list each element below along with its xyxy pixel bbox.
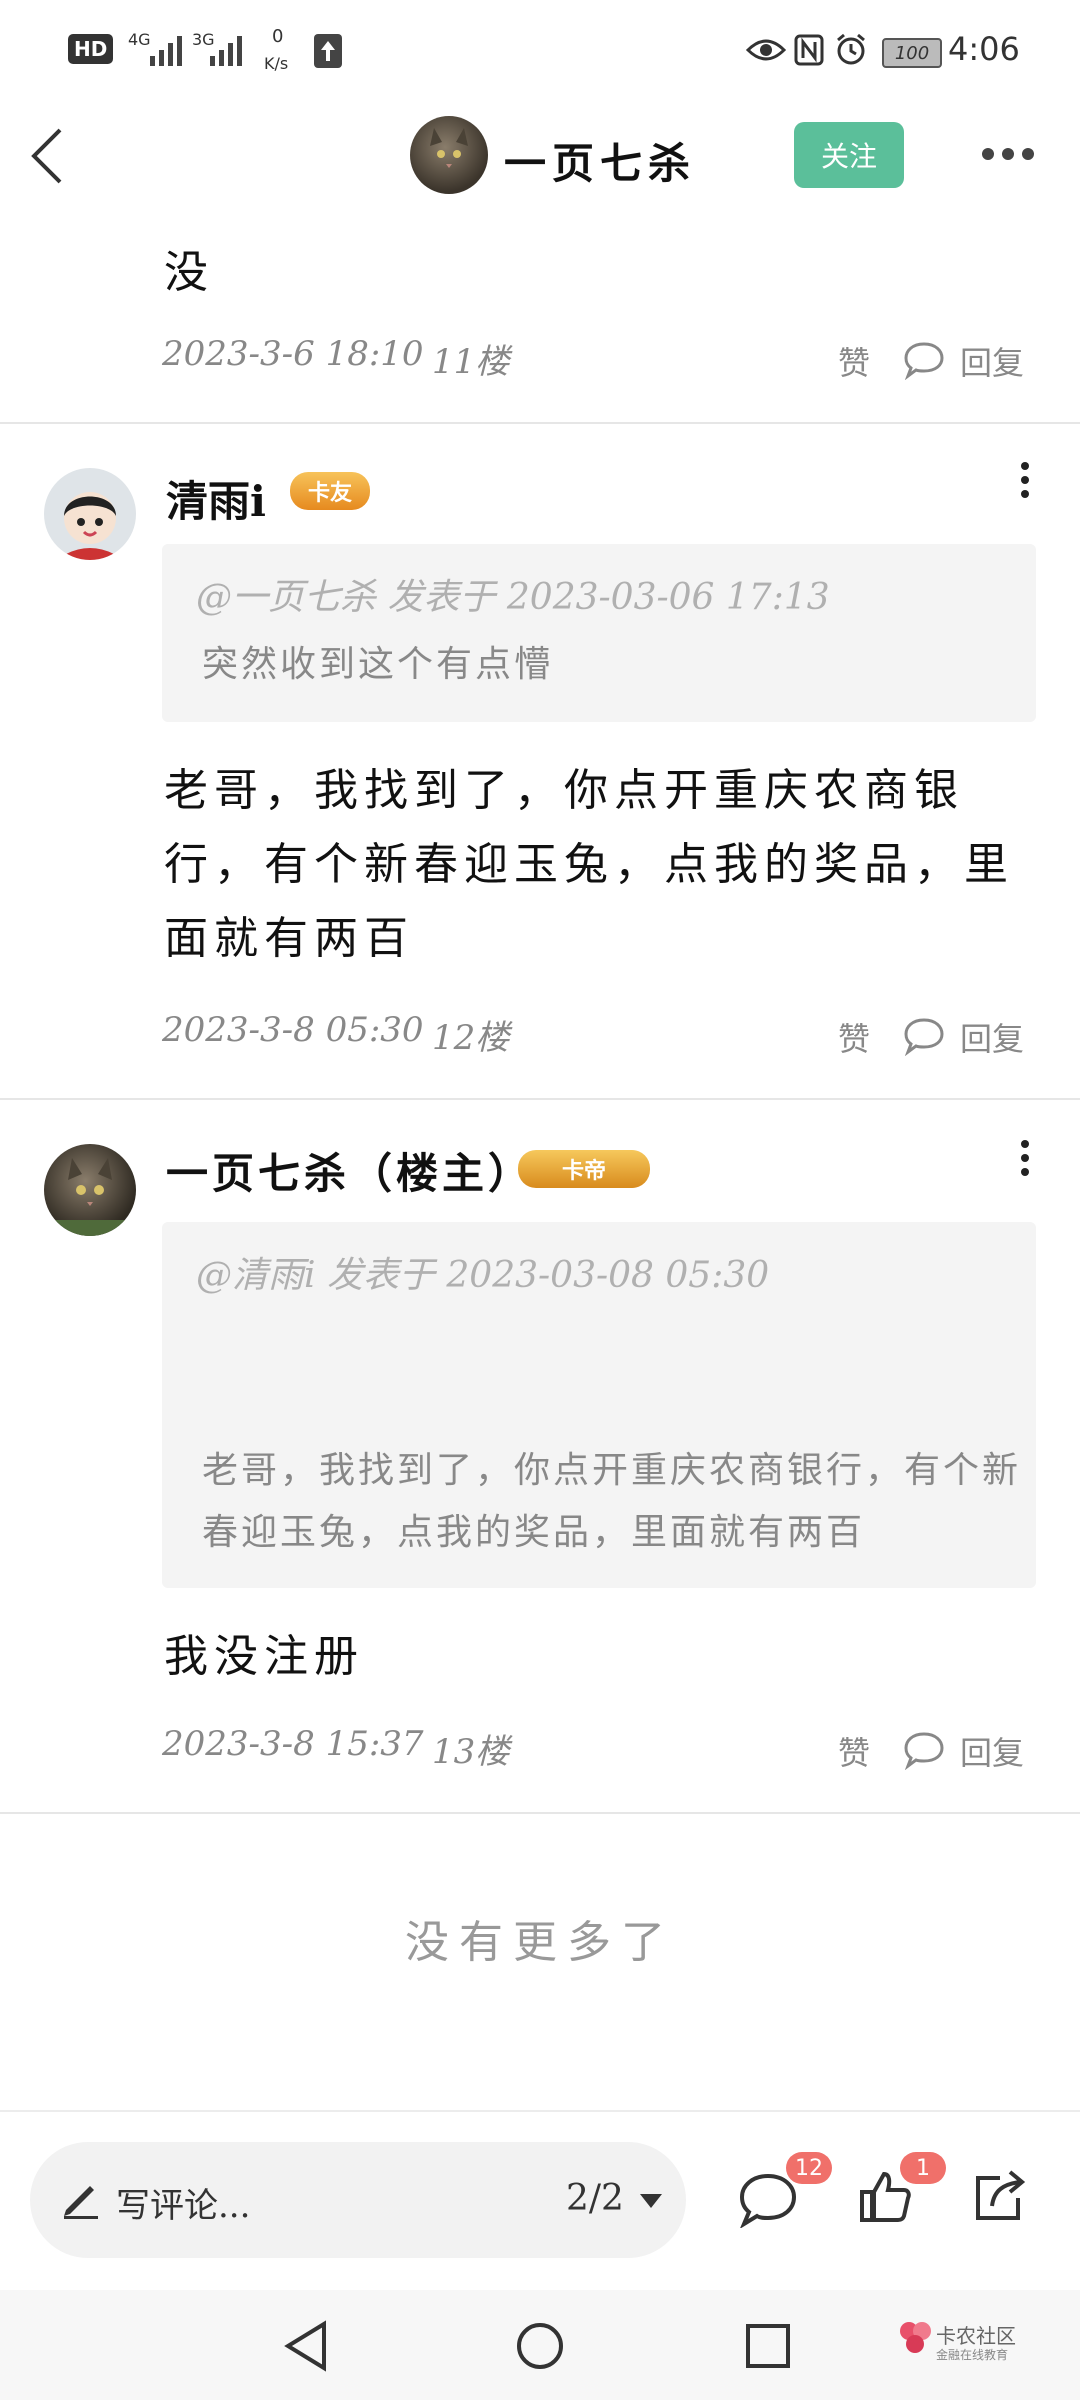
battery-indicator: 100: [882, 38, 942, 68]
status-bar: HD 4G 3G 0 K/s 100 4:06: [0, 0, 1080, 100]
watermark-title: 卡农社区: [936, 2324, 1016, 2348]
quote-meta-13: @清雨i 发表于 2023-03-08 05:30: [196, 1255, 770, 1296]
post-menu-13[interactable]: [1010, 1134, 1040, 1182]
quote-meta-12: @一页七杀 发表于 2023-03-06 17:13: [196, 577, 830, 618]
signal-label-1: 4G: [128, 30, 151, 49]
post-body-11: 没: [164, 247, 208, 298]
user-badge-kayou: 卡友: [290, 472, 370, 510]
hd-indicator: HD: [68, 34, 114, 64]
comment-count-badge: 12: [786, 2152, 832, 2184]
reply-button-12[interactable]: 回复: [960, 1014, 1024, 1060]
nav-home-icon[interactable]: [514, 2320, 566, 2372]
dropdown-triangle-icon[interactable]: [638, 2192, 664, 2210]
user-badge-kadi: 卡帝: [518, 1150, 650, 1188]
author-name[interactable]: 一页七杀: [504, 130, 696, 191]
nfc-icon: [794, 34, 824, 66]
post-date-11: 2023-3-6 18:10: [162, 334, 424, 374]
like-button-13[interactable]: 赞: [838, 1728, 870, 1774]
signal-icon: [150, 36, 182, 66]
alarm-icon: [837, 33, 865, 65]
signal-icon-2: [210, 36, 242, 66]
post-body-12: 老哥，我找到了，你点开重庆农商银行，有个新春迎玉兔，点我的奖品，里面就有两百: [164, 765, 1014, 964]
cat-avatar-icon: [44, 1158, 136, 1236]
nav-recents-icon[interactable]: [744, 2322, 792, 2370]
comment-input[interactable]: 写评论... 2/2: [30, 2142, 686, 2258]
back-arrow-icon[interactable]: [26, 126, 66, 186]
post-floor-13: 13楼: [432, 1732, 510, 1772]
more-options-icon[interactable]: [980, 146, 1036, 162]
page-indicator[interactable]: 2/2: [566, 2178, 624, 2219]
bottom-action-bar: 写评论... 2/2 12 1: [0, 2110, 1080, 2292]
user-avatar-yiye[interactable]: [44, 1144, 136, 1236]
reply-bubble-icon[interactable]: [902, 1016, 946, 1056]
system-navigation-bar: 卡农社区 金融在线教育: [0, 2290, 1080, 2400]
clock: 4:06: [948, 30, 1020, 68]
quote-text-13: 老哥，我找到了，你点开重庆农商银行，有个新春迎玉兔，点我的奖品，里面就有两百: [202, 1450, 1022, 1553]
share-icon[interactable]: [970, 2168, 1028, 2224]
top-navigation-bar: 一页七杀 关注: [0, 100, 1080, 210]
comments-icon[interactable]: [738, 2172, 798, 2228]
author-avatar[interactable]: [410, 116, 488, 194]
comment-placeholder: 写评论...: [116, 2186, 251, 2226]
no-more-indicator: 没有更多了: [405, 1917, 675, 1968]
watermark-subtitle: 金融在线教育: [936, 2348, 1009, 2362]
divider: [0, 422, 1080, 424]
speed-unit: K/s: [264, 54, 289, 73]
reply-bubble-icon[interactable]: [902, 340, 946, 380]
nav-back-icon[interactable]: [282, 2320, 330, 2372]
post-floor-12: 12楼: [432, 1018, 510, 1058]
follow-button[interactable]: 关注: [794, 122, 904, 188]
like-button-12[interactable]: 赞: [838, 1014, 870, 1060]
like-count-badge: 1: [900, 2152, 946, 2184]
divider: [0, 1812, 1080, 1814]
cat-avatar-icon: [430, 128, 468, 168]
divider: [0, 1098, 1080, 1100]
upload-icon: [314, 34, 342, 68]
reply-button-11[interactable]: 回复: [960, 338, 1024, 384]
quoted-reply-12: @一页七杀 发表于 2023-03-06 17:13 突然收到这个有点懵: [162, 544, 1036, 722]
user-avatar-qingyu[interactable]: [44, 468, 136, 560]
username-qingyu[interactable]: 清雨i: [166, 468, 266, 529]
kanong-logo-icon: [900, 2322, 931, 2353]
quote-text-12: 突然收到这个有点懵: [202, 644, 554, 685]
speed-value: 0: [272, 26, 284, 47]
like-button-11[interactable]: 赞: [838, 338, 870, 384]
post-menu-12[interactable]: [1010, 456, 1040, 504]
reply-button-13[interactable]: 回复: [960, 1728, 1024, 1774]
reply-bubble-icon[interactable]: [902, 1730, 946, 1770]
post-date-12: 2023-3-8 05:30: [162, 1010, 424, 1050]
post-body-13: 我没注册: [164, 1631, 364, 1682]
eye-icon: [746, 39, 786, 61]
quoted-reply-13: @清雨i 发表于 2023-03-08 05:30 老哥，我找到了，你点开重庆农…: [162, 1222, 1036, 1588]
post-date-13: 2023-3-8 15:37: [162, 1724, 424, 1764]
username-yiye[interactable]: 一页七杀（楼主）: [166, 1140, 534, 1201]
post-floor-11: 11楼: [432, 342, 510, 382]
pencil-icon: [64, 2186, 98, 2219]
girl-avatar-icon: [64, 492, 116, 560]
